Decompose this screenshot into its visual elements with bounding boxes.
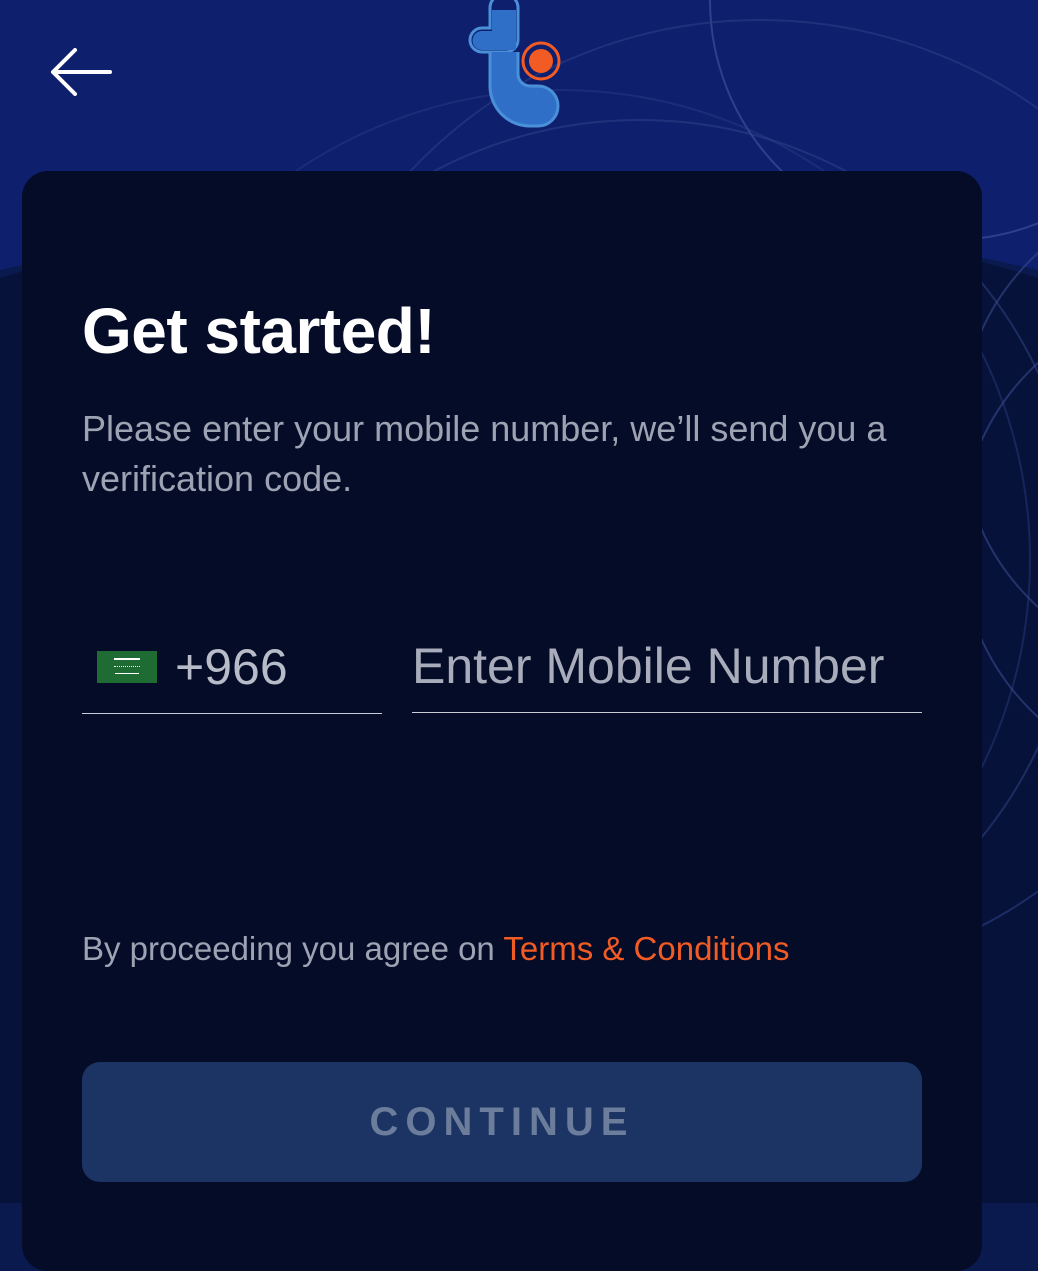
page-title: Get started! [82, 295, 436, 367]
dial-code: +966 [175, 638, 288, 695]
continue-button[interactable]: CONTINUE [82, 1062, 922, 1182]
saudi-arabia-flag-icon [97, 650, 157, 683]
terms-prefix: By proceeding you agree on [82, 930, 504, 967]
arrow-left-icon [51, 48, 112, 96]
page-subtitle: Please enter your mobile number, we’ll s… [82, 408, 887, 499]
country-code-picker[interactable]: +966 [82, 620, 382, 714]
terms-conditions-link[interactable]: Terms & Conditions [503, 930, 789, 967]
terms-notice: By proceeding you agree on Terms & Condi… [82, 930, 789, 968]
brand-t-logo-icon [468, 0, 561, 128]
mobile-number-input[interactable] [412, 620, 922, 713]
back-button[interactable] [44, 40, 116, 104]
